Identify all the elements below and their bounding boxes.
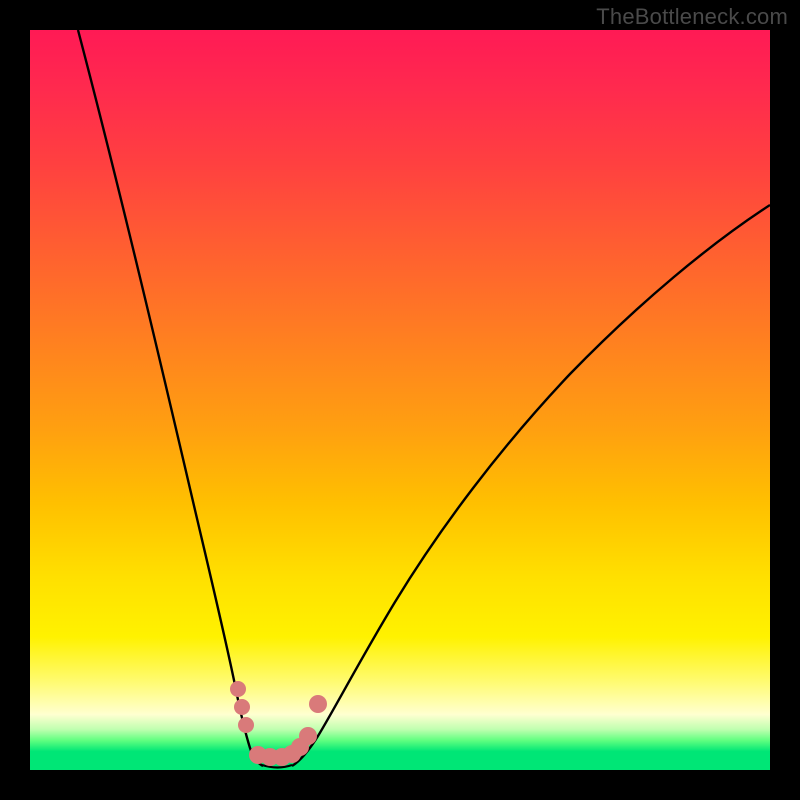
curve-left: [78, 30, 263, 766]
curve-valley: [262, 765, 292, 768]
chart-svg: [30, 30, 770, 770]
sweet-spot-dots: [230, 681, 327, 766]
curve-right: [292, 205, 770, 766]
watermark-text: TheBottleneck.com: [596, 4, 788, 30]
chart-frame: TheBottleneck.com: [0, 0, 800, 800]
chart-plot-area: [30, 30, 770, 770]
